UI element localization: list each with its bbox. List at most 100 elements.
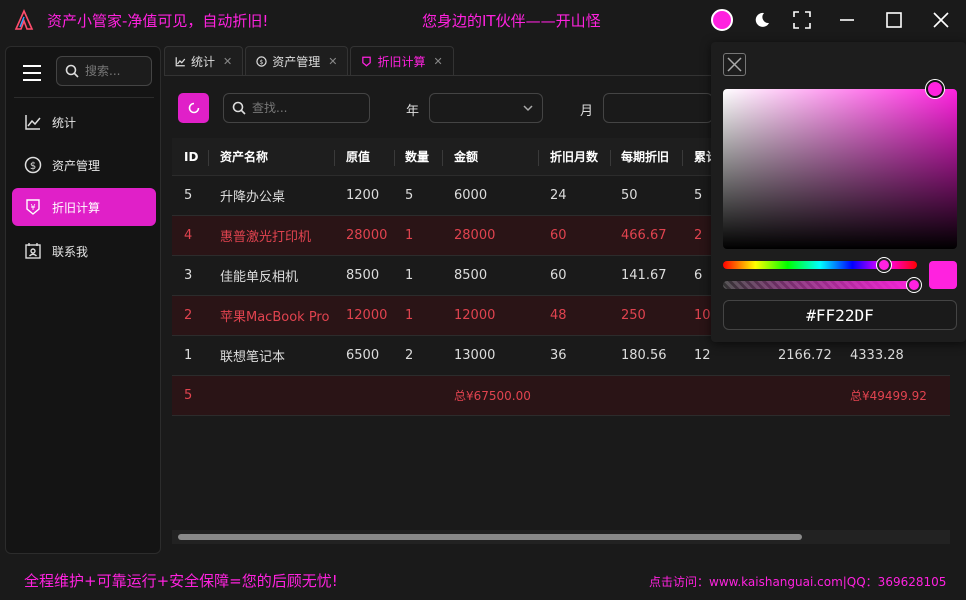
alpha-slider[interactable] (723, 278, 921, 292)
tab-close-icon[interactable]: ✕ (223, 55, 232, 68)
cell-months: 60 (550, 268, 567, 283)
tab-depreciation[interactable]: 折旧计算 ✕ (350, 46, 454, 76)
sv-handle[interactable] (926, 80, 944, 98)
chevron-down-icon (523, 105, 533, 112)
status-tagline: 全程维护+可靠运行+安全保障=您的后顾无忧! (24, 572, 338, 590)
tab-stats[interactable]: 统计 ✕ (164, 46, 244, 76)
close-window-button[interactable] (929, 8, 953, 32)
total-net-value: 总¥49499.92 (850, 389, 927, 403)
sidebar-divider (14, 97, 154, 98)
cell-accumulated: 12 (694, 348, 711, 363)
theme-color-button[interactable] (710, 8, 734, 32)
sidebar-item-stats[interactable]: 统计 (12, 103, 156, 141)
dollar-circle-icon: $ (24, 156, 42, 174)
picker-close-button[interactable] (723, 53, 746, 76)
cell-id: 2 (184, 308, 193, 323)
cell-id: 1 (184, 348, 193, 363)
cell-per-period: 141.67 (621, 268, 667, 283)
hue-slider-handle[interactable] (877, 258, 892, 272)
cell-quantity: 2 (405, 348, 414, 363)
search-icon (65, 64, 79, 78)
sidebar-search-input[interactable] (85, 64, 145, 78)
year-label: 年 (406, 104, 420, 119)
month-select[interactable] (603, 93, 713, 123)
cell-quantity: 5 (405, 188, 414, 203)
app-title: 资产小管家-净值可见，自动折旧! (47, 12, 269, 30)
yen-shield-icon: ¥ (26, 199, 40, 215)
tab-assets[interactable]: $ 资产管理 ✕ (245, 46, 349, 76)
cell-id: 4 (184, 228, 193, 243)
cell-accumulated: 2 (694, 228, 703, 243)
cell-months: 60 (550, 228, 567, 243)
tab-close-icon[interactable]: ✕ (433, 55, 442, 68)
sidebar-item-label: 折旧计算 (52, 200, 101, 215)
col-months[interactable]: 折旧月数 (550, 138, 598, 175)
sidebar-item-assets[interactable]: $ 资产管理 (12, 146, 156, 184)
minimize-button[interactable] (835, 8, 859, 32)
dark-mode-button[interactable] (750, 8, 774, 32)
cell-months: 24 (550, 188, 567, 203)
cell-quantity: 1 (405, 268, 414, 283)
svg-text:$: $ (30, 161, 36, 172)
year-select[interactable] (429, 93, 543, 123)
sidebar-search[interactable] (56, 56, 152, 86)
cell-original-value: 1200 (346, 188, 380, 203)
contact-link[interactable]: 点击访问：www.kaishanguai.com|QQ：369628105 (649, 573, 946, 590)
hex-color-input[interactable]: #FF22DF (723, 300, 957, 330)
cell-id: 5 (184, 188, 193, 203)
col-name[interactable]: 资产名称 (220, 138, 268, 175)
tab-bar: 统计 ✕ $ 资产管理 ✕ 折旧计算 ✕ (164, 46, 454, 76)
table-search[interactable] (223, 93, 370, 123)
saturation-value-area[interactable] (723, 80, 957, 249)
cell-per-period: 250 (621, 308, 646, 323)
col-amount[interactable]: 金额 (454, 138, 478, 175)
cell-original-value: 6500 (346, 348, 380, 363)
fullscreen-icon (793, 11, 811, 29)
refresh-button[interactable] (178, 93, 209, 123)
col-per-period[interactable]: 每期折旧 (621, 138, 669, 175)
horizontal-scrollbar[interactable] (172, 530, 950, 544)
svg-text:$: $ (260, 59, 264, 66)
color-dot-icon (711, 9, 733, 31)
total-count: 5 (184, 388, 193, 403)
title-bar: 资产小管家-净值可见，自动折旧! 您身边的IT伙伴——开山怪 (0, 0, 966, 40)
alpha-slider-handle[interactable] (907, 278, 921, 292)
table-row[interactable]: 1 联想笔记本 6500 2 13000 36 180.56 12 2166.7… (172, 336, 950, 376)
color-picker-popup: #FF22DF (711, 42, 966, 342)
sidebar-item-depreciation[interactable]: ¥ 折旧计算 (12, 188, 156, 226)
tab-close-icon[interactable]: ✕ (328, 55, 337, 68)
col-id[interactable]: ID (184, 138, 198, 175)
cell-name: 佳能单反相机 (220, 270, 299, 285)
fullscreen-button[interactable] (790, 8, 814, 32)
sidebar-item-label: 联系我 (52, 244, 89, 259)
sidebar-item-label: 资产管理 (52, 158, 101, 173)
line-chart-icon (175, 57, 186, 67)
hue-slider[interactable] (723, 258, 917, 272)
maximize-button[interactable] (882, 8, 906, 32)
cell-accumulated: 6 (694, 268, 703, 283)
cell-amount: 13000 (454, 348, 496, 363)
cell-months: 48 (550, 308, 567, 323)
cell-name: 升降办公桌 (220, 190, 286, 205)
hamburger-menu-icon[interactable] (20, 61, 44, 85)
cell-original-value: 28000 (346, 228, 388, 243)
cell-per-period: 50 (621, 188, 638, 203)
line-chart-icon (25, 115, 41, 130)
refresh-icon (188, 102, 199, 114)
sidebar-item-label: 统计 (52, 115, 77, 130)
cell-per-period: 466.67 (621, 228, 667, 243)
col-original-value[interactable]: 原值 (346, 138, 370, 175)
dollar-circle-icon: $ (256, 56, 267, 67)
scrollbar-thumb[interactable] (178, 534, 802, 540)
color-swatch (929, 261, 957, 289)
col-quantity[interactable]: 数量 (405, 138, 429, 175)
cell-amount: 28000 (454, 228, 496, 243)
total-amount: 总¥67500.00 (454, 389, 531, 403)
table-total-row: 5 总¥67500.00 总¥49499.92 (172, 376, 950, 416)
sidebar-item-contact[interactable]: 联系我 (12, 232, 156, 270)
table-search-input[interactable] (252, 101, 362, 115)
sidebar: 统计 $ 资产管理 ¥ 折旧计算 联系我 (5, 46, 161, 554)
month-label: 月 (580, 104, 594, 119)
cell-amount: 12000 (454, 308, 496, 323)
app-slogan: 您身边的IT伙伴——开山怪 (422, 12, 601, 30)
